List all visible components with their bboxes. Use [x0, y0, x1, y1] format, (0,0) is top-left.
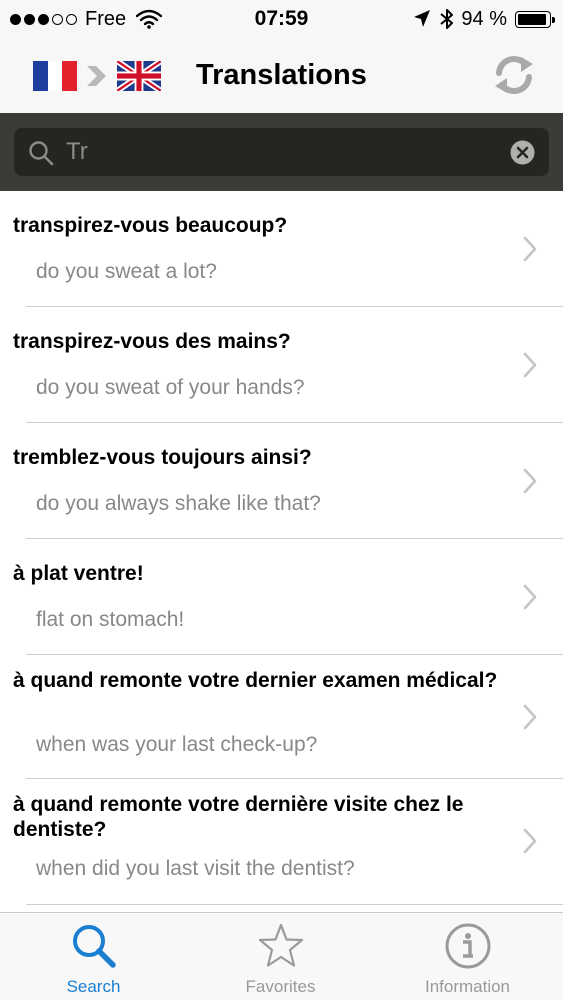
swap-languages-icon[interactable] — [490, 51, 538, 99]
chevron-right-icon — [523, 468, 537, 494]
english-translation: do you sweat a lot? — [36, 260, 217, 283]
tab-favorites[interactable]: Favorites — [187, 913, 374, 1001]
results-list: transpirez-vous beaucoup? do you sweat a… — [0, 191, 563, 905]
nav-bar: Translations — [0, 38, 563, 113]
english-translation: when was your last check-up? — [36, 733, 318, 756]
tab-bar: Search Favorites Information — [0, 912, 563, 1000]
bluetooth-icon — [440, 9, 454, 29]
chevron-right-icon — [523, 236, 537, 262]
star-icon — [258, 923, 303, 967]
status-bar: Free 07:59 94 % — [0, 0, 563, 38]
tab-search-label: Search — [66, 977, 121, 996]
search-bar — [0, 113, 563, 191]
info-icon — [445, 923, 490, 969]
list-item[interactable]: à quand remonte votre dernière visite ch… — [0, 779, 563, 905]
french-phrase: à quand remonte votre dernière visite ch… — [13, 793, 464, 841]
tab-favorites-label: Favorites — [245, 977, 316, 996]
tab-information-label: Information — [424, 977, 511, 996]
page-title: Translations — [196, 59, 367, 91]
english-translation: flat on stomach! — [36, 608, 185, 631]
chevron-right-icon — [523, 704, 537, 730]
battery-level-fill — [518, 13, 547, 25]
tab-search[interactable]: Search — [0, 913, 187, 1001]
list-item[interactable]: tremblez-vous toujours ainsi? do you alw… — [0, 423, 563, 539]
french-flag-icon[interactable] — [33, 61, 77, 91]
chevron-right-icon — [523, 584, 537, 610]
row-separator — [26, 904, 563, 905]
list-item[interactable]: transpirez-vous beaucoup? do you sweat a… — [0, 191, 563, 307]
chevron-right-icon — [523, 352, 537, 378]
search-field[interactable] — [14, 128, 549, 176]
english-translation: when did you last visit the dentist? — [36, 857, 355, 880]
english-translation: do you sweat of your hands? — [36, 376, 305, 399]
battery-percent: 94 % — [461, 8, 507, 30]
search-icon — [72, 925, 116, 968]
tab-information[interactable]: Information — [374, 913, 561, 1001]
french-phrase: transpirez-vous des mains? — [13, 330, 291, 353]
search-input[interactable] — [66, 134, 496, 170]
french-phrase: à quand remonte votre dernier examen méd… — [13, 669, 498, 692]
location-icon — [414, 10, 431, 27]
french-phrase: à plat ventre! — [13, 562, 144, 585]
search-icon — [29, 141, 54, 166]
english-translation: do you always shake like that? — [36, 492, 321, 515]
battery-icon — [515, 10, 555, 28]
list-item[interactable]: transpirez-vous des mains? do you sweat … — [0, 307, 563, 423]
chevron-right-icon — [523, 828, 537, 854]
chevron-right-icon — [87, 66, 106, 86]
clear-search-icon[interactable] — [510, 140, 535, 165]
french-phrase: tremblez-vous toujours ainsi? — [13, 446, 312, 469]
french-phrase: transpirez-vous beaucoup? — [13, 214, 288, 237]
uk-flag-icon[interactable] — [117, 61, 161, 91]
list-item[interactable]: à quand remonte votre dernier examen méd… — [0, 655, 563, 779]
list-item[interactable]: à plat ventre! flat on stomach! — [0, 539, 563, 655]
status-right: 94 % — [413, 8, 555, 30]
